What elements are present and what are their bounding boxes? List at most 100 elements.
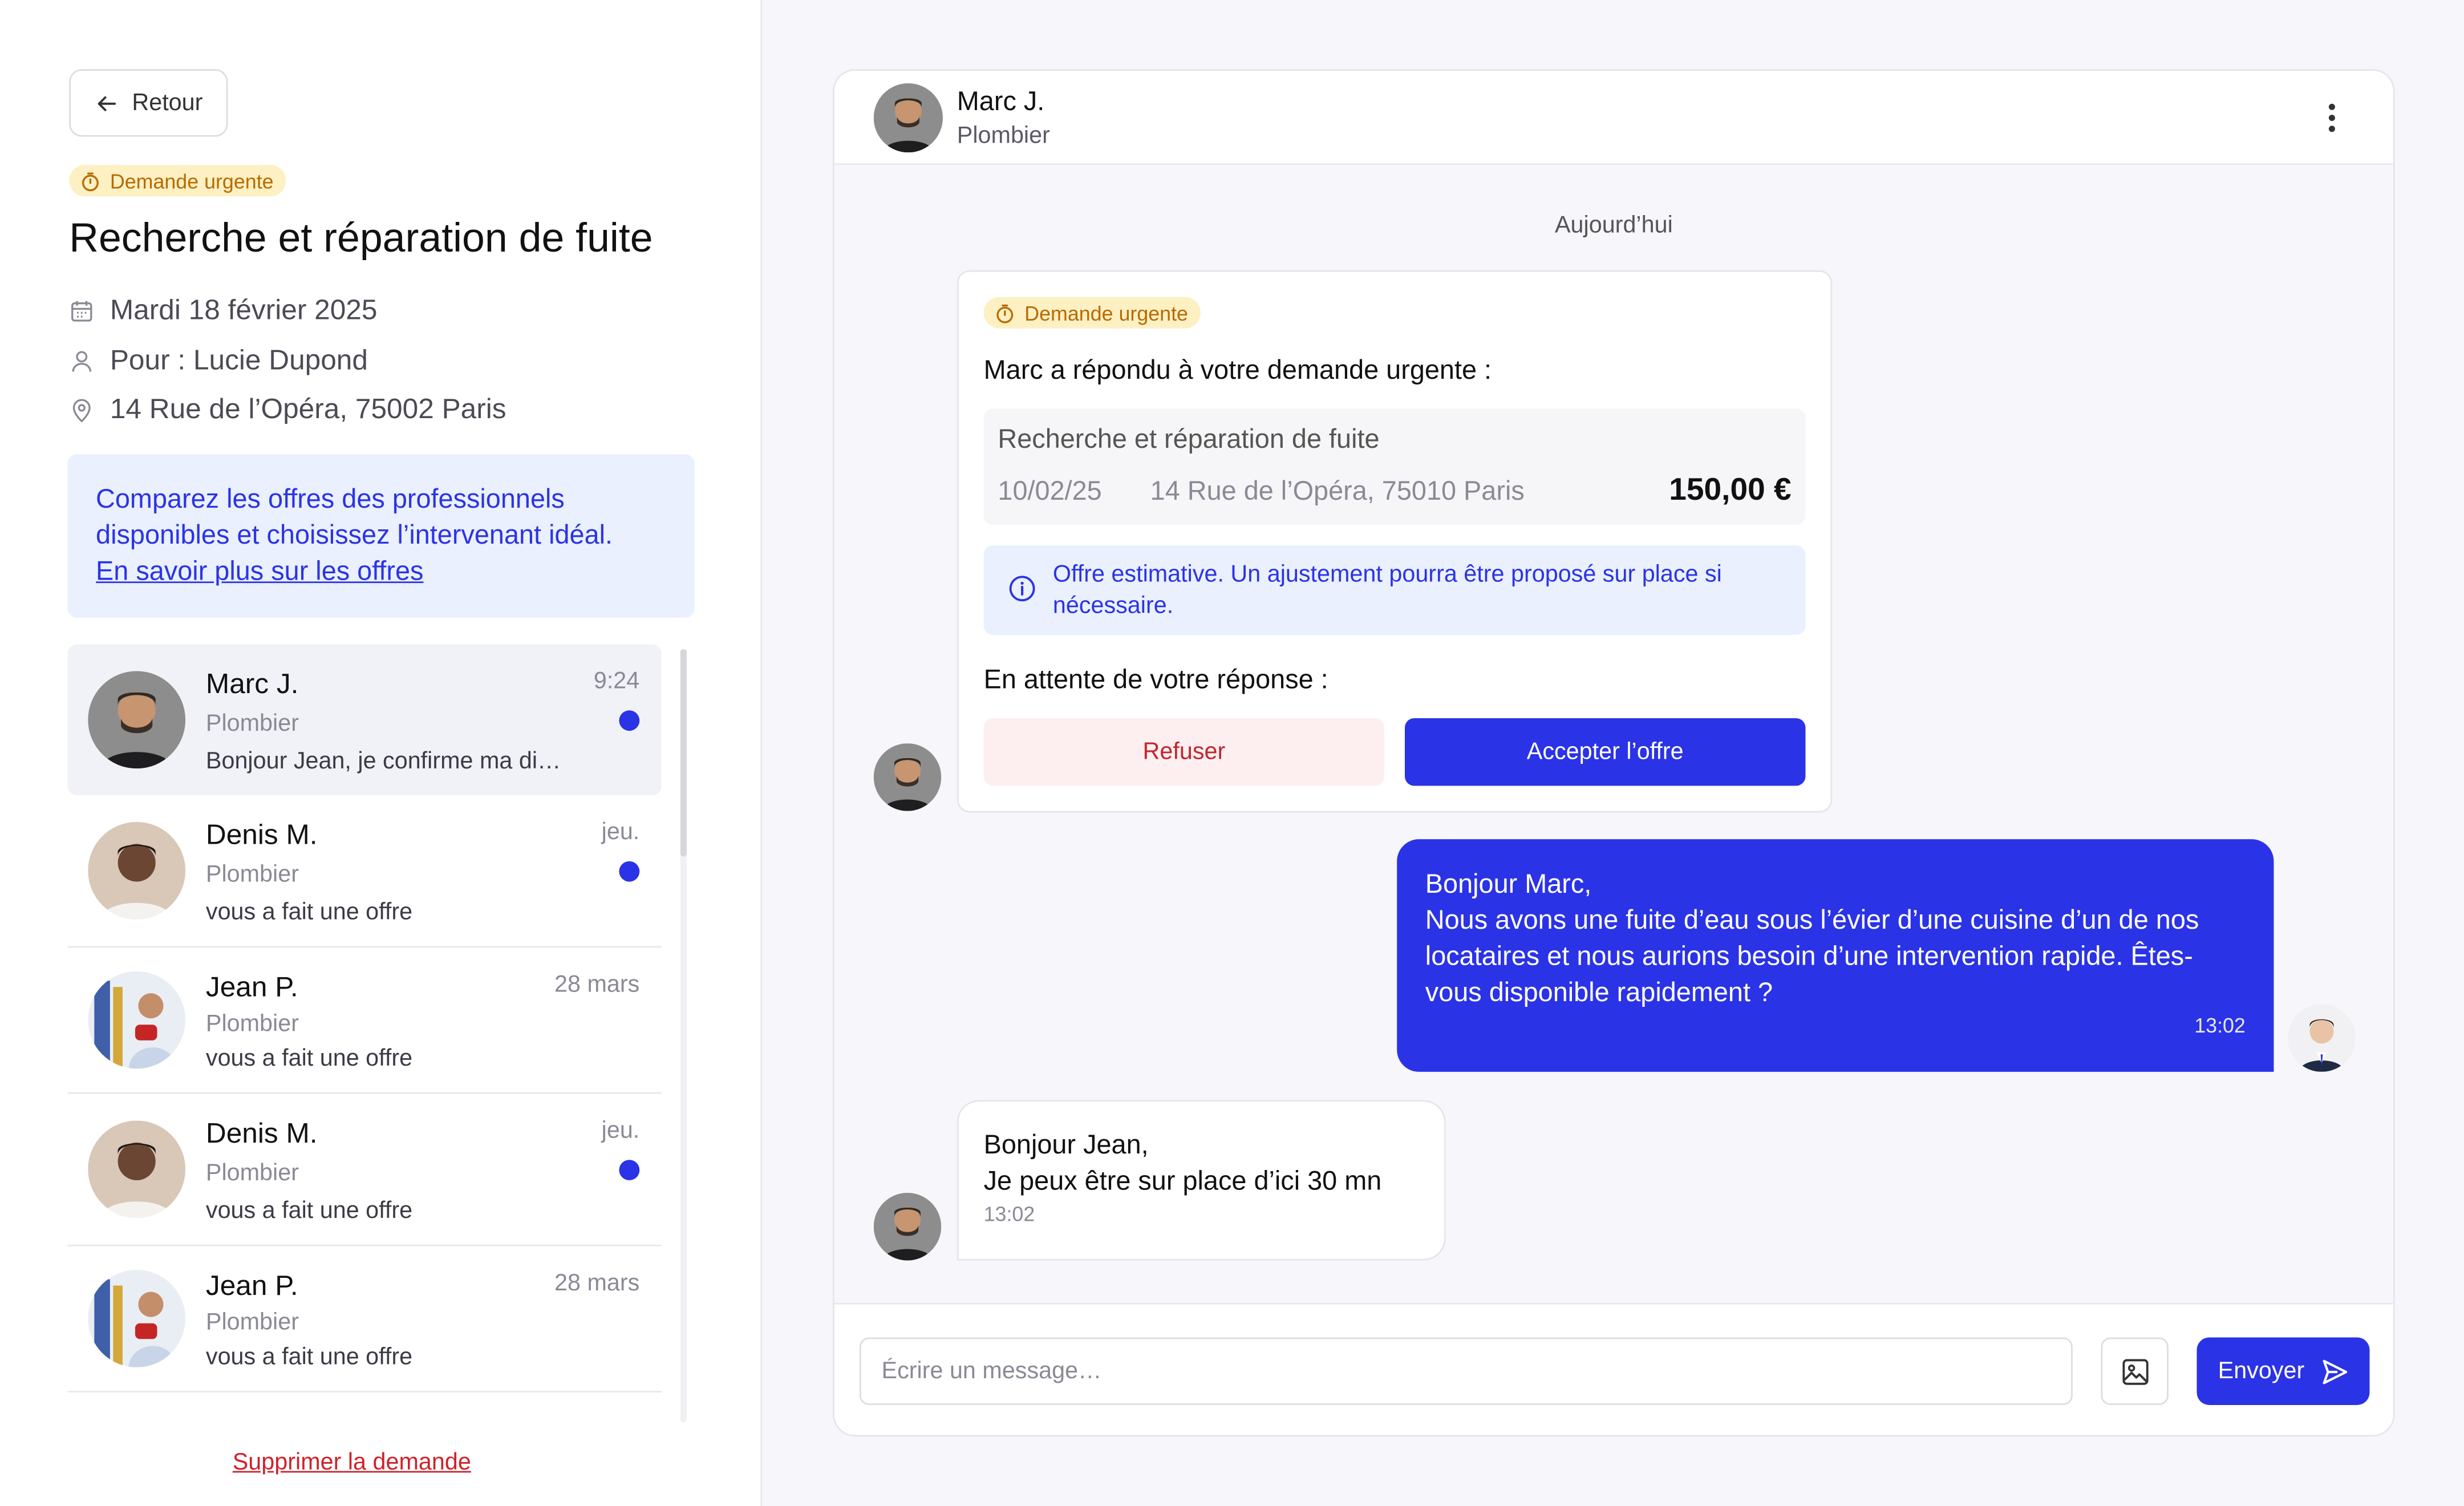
- conversation-role: Plombier: [205, 1309, 299, 1336]
- delete-request-link[interactable]: Supprimer la demande: [233, 1449, 471, 1476]
- message-text: Bonjour Jean,: [983, 1130, 1149, 1160]
- message-input[interactable]: [859, 1337, 2073, 1405]
- offer-date: 10/02/25: [998, 476, 1102, 507]
- conversation-time: jeu.: [601, 819, 640, 846]
- send-label: Envoyer: [2218, 1358, 2305, 1385]
- offer-summary: Recherche et réparation de fuite 10/02/2…: [983, 408, 1806, 525]
- avatar: [2288, 1004, 2356, 1072]
- back-label: Retour: [132, 90, 203, 116]
- conversation-role: Plombier: [205, 710, 299, 738]
- unread-dot: [619, 710, 640, 731]
- message-thread: Aujourd’hui Demande urgente Marc a répon…: [834, 165, 2393, 1303]
- conversation-item[interactable]: Jean P. Plombier vous a fait une offre 2…: [67, 1246, 662, 1392]
- arrow-left-icon: [98, 95, 116, 111]
- conversation-item[interactable]: Jean P. Plombier vous a fait une offre 2…: [67, 948, 662, 1094]
- urgent-badge-label: Demande urgente: [1024, 301, 1188, 325]
- attach-image-button[interactable]: [2101, 1337, 2169, 1405]
- send-button[interactable]: Envoyer: [2196, 1337, 2370, 1405]
- offer-card: Demande urgente Marc a répondu à votre d…: [957, 270, 1833, 813]
- info-icon: [1009, 576, 1035, 602]
- conversation-time: 28 mars: [554, 971, 640, 998]
- accept-offer-button[interactable]: Accepter l’offre: [1404, 718, 1806, 786]
- offers-info-box: Comparez les offres des professionnels d…: [67, 454, 695, 618]
- conversation-item[interactable]: Denis M. Plombier vous a fait une offre …: [67, 795, 662, 948]
- offer-price: 150,00 €: [1669, 473, 1792, 508]
- message-text: Je peux être sur place d’ici 30 mn: [983, 1166, 1382, 1196]
- avatar: [873, 1193, 942, 1261]
- user-icon: [72, 350, 92, 371]
- refuse-offer-button[interactable]: Refuser: [983, 718, 1385, 786]
- conversation-role: Plombier: [205, 861, 299, 888]
- more-options-icon[interactable]: [2318, 99, 2347, 137]
- chat-contact-name: Marc J.: [957, 86, 1045, 116]
- request-date: Mardi 18 février 2025: [69, 294, 377, 327]
- avatar: [88, 671, 186, 769]
- avatar: [873, 83, 943, 153]
- page: Retour Demande urgente Recherche et répa…: [0, 0, 2464, 1506]
- image-icon: [2122, 1358, 2148, 1384]
- conversation-time: 28 mars: [554, 1270, 640, 1297]
- conversation-snippet: Bonjour Jean, je confirme ma di…: [205, 748, 561, 775]
- offer-note: Offre estimative. Un ajustement pourra ê…: [983, 545, 1806, 635]
- conversation-snippet: vous a fait une offre: [205, 1343, 413, 1371]
- unread-dot: [619, 1160, 640, 1181]
- chat-header: Marc J. Plombier: [834, 70, 2393, 165]
- location-pin-icon: [72, 398, 91, 422]
- request-address-text: 14 Rue de l’Opéra, 75002 Paris: [110, 392, 506, 424]
- stopwatch-icon: [82, 172, 99, 191]
- back-button[interactable]: Retour: [69, 69, 228, 137]
- avatar: [88, 1120, 186, 1218]
- conversation-role: Plombier: [205, 1160, 299, 1187]
- urgent-badge: Demande urgente: [69, 165, 286, 197]
- calendar-icon: [71, 300, 92, 321]
- conversation-item[interactable]: Denis M. Plombier vous a fait une offre …: [67, 1094, 662, 1246]
- awaiting-response: En attente de votre réponse :: [983, 665, 1328, 695]
- offers-info-link[interactable]: En savoir plus sur les offres: [96, 556, 423, 586]
- conversation-scrollbar[interactable]: [680, 649, 687, 1423]
- message-text: Bonjour Marc,: [1425, 869, 1592, 899]
- message-time: 13:02: [983, 1202, 1035, 1226]
- request-date-text: Mardi 18 février 2025: [110, 294, 378, 326]
- request-for: Pour : Lucie Dupond: [69, 344, 368, 377]
- avatar: [873, 743, 942, 811]
- send-icon: [2322, 1359, 2347, 1384]
- conversation-list: Marc J. Plombier Bonjour Jean, je confir…: [67, 644, 662, 1423]
- conversation-time: 9:24: [593, 667, 640, 695]
- request-panel: Retour Demande urgente Recherche et répa…: [0, 0, 763, 1506]
- unread-dot: [619, 861, 640, 882]
- avatar: [88, 821, 186, 920]
- conversation-name: Denis M.: [205, 1117, 318, 1149]
- offer-service: Recherche et réparation de fuite: [998, 424, 1380, 455]
- stopwatch-icon: [996, 303, 1014, 323]
- urgent-badge: Demande urgente: [983, 297, 1201, 329]
- chat-contact-role: Plombier: [957, 122, 1050, 149]
- request-title: Recherche et réparation de fuite: [69, 213, 653, 261]
- conversation-role: Plombier: [205, 1010, 299, 1038]
- conversation-snippet: vous a fait une offre: [205, 898, 413, 926]
- request-address: 14 Rue de l’Opéra, 75002 Paris: [69, 393, 506, 426]
- message-time: 13:02: [2194, 1013, 2246, 1038]
- incoming-message: Bonjour Jean, Je peux être sur place d’i…: [957, 1100, 1446, 1261]
- conversation-item[interactable]: Marc J. Plombier Bonjour Jean, je confir…: [67, 644, 662, 796]
- conversation-snippet: vous a fait une offre: [205, 1045, 413, 1072]
- conversation-name: Jean P.: [205, 971, 298, 1003]
- scrollbar-thumb[interactable]: [680, 649, 687, 857]
- request-for-text: Pour : Lucie Dupond: [110, 344, 368, 376]
- urgent-badge-label: Demande urgente: [110, 169, 274, 193]
- chat-panel: Marc J. Plombier Aujourd’hui Demande urg…: [833, 69, 2395, 1437]
- day-separator: Aujourd’hui: [1554, 212, 1673, 239]
- offer-note-text: Offre estimative. Un ajustement pourra ê…: [1052, 561, 1722, 620]
- conversation-name: Denis M.: [205, 819, 318, 851]
- offer-address: 14 Rue de l’Opéra, 75010 Paris: [1150, 476, 1525, 507]
- conversation-snippet: vous a fait une offre: [205, 1197, 413, 1225]
- message-text: Nous avons une fuite d’eau sous l’évier …: [1425, 905, 2199, 1007]
- outgoing-message: Bonjour Marc, Nous avons une fuite d’eau…: [1397, 839, 2274, 1072]
- conversation-name: Jean P.: [205, 1270, 298, 1302]
- conversation-time: jeu.: [601, 1117, 640, 1144]
- avatar: [88, 971, 186, 1069]
- conversation-name: Marc J.: [205, 667, 299, 699]
- avatar: [88, 1270, 186, 1367]
- offers-info-text: Comparez les offres des professionnels d…: [96, 484, 613, 550]
- message-composer: Envoyer: [834, 1302, 2393, 1435]
- offer-headline: Marc a répondu à votre demande urgente :: [983, 355, 1492, 385]
